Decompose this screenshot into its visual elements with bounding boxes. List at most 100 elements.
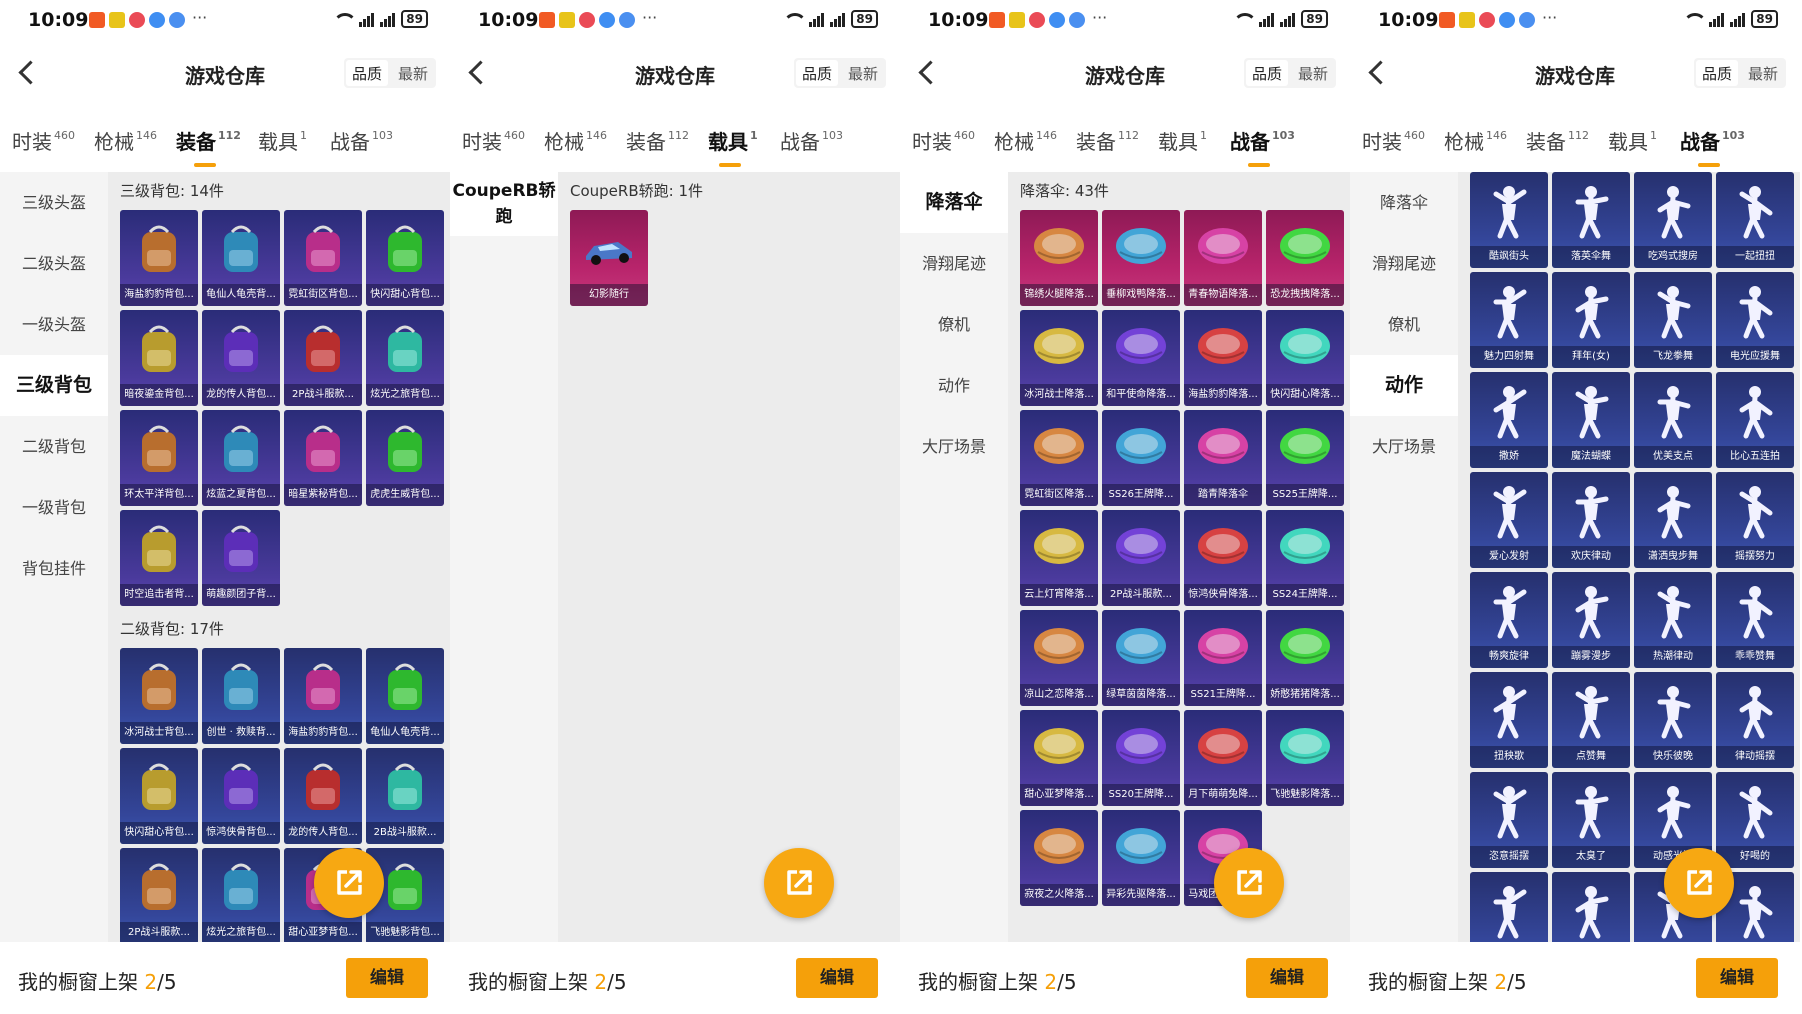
item-card[interactable]: 萌趣颜团子背... [202,510,280,606]
item-card[interactable]: 冰河战士降落... [1020,310,1098,406]
edit-button[interactable]: 编辑 [1696,958,1778,998]
tab-battle-gear[interactable]: 战备 103 [330,126,393,155]
tab-equipment[interactable]: 装备 112 [176,126,241,167]
edit-button[interactable]: 编辑 [346,958,428,998]
item-card[interactable]: 扭秧歌 [1470,672,1548,768]
item-card[interactable]: 2B战斗服款... [366,748,444,844]
item-card[interactable]: 比心五连拍 [1716,372,1794,468]
sidebar-item[interactable]: 动作 [900,355,1008,416]
sort-newest-button[interactable]: 最新 [1740,58,1786,88]
item-card[interactable]: 炫光之旅背包... [366,310,444,406]
sort-quality-button[interactable]: 品质 [1695,60,1738,86]
item-card[interactable]: 飞龙拳舞 [1634,272,1712,368]
item-card[interactable]: 律动摇摆 [1716,672,1794,768]
item-card[interactable]: 欢庆律动 [1552,472,1630,568]
tab-fashion[interactable]: 时装 460 [462,126,525,155]
share-button[interactable] [1664,848,1734,918]
tab-firearms[interactable]: 枪械 146 [544,126,607,155]
tab-equipment[interactable]: 装备 112 [1526,126,1589,155]
item-card[interactable]: 一起扭扭 [1716,172,1794,268]
sidebar-item[interactable]: 大厅场景 [900,416,1008,477]
item-card[interactable]: 蹦雾漫步 [1552,572,1630,668]
sort-quality-button[interactable]: 品质 [795,60,838,86]
item-card[interactable]: 摇摆努力 [1716,472,1794,568]
item-card[interactable]: 锦绣火腿降落... [1020,210,1098,306]
sidebar-item[interactable]: 背包挂件 [0,538,108,599]
item-card[interactable]: 海盐豹豹降落... [1184,310,1262,406]
item-card[interactable]: 绿草茵茵降落... [1102,610,1180,706]
item-card[interactable]: 海盐豹豹背包... [284,648,362,744]
item-card[interactable]: SS24王牌降... [1266,510,1344,606]
item-card[interactable]: 拜年(女) [1552,272,1630,368]
sidebar-item[interactable]: 三级背包 [0,355,108,416]
sidebar-item[interactable]: 二级背包 [0,416,108,477]
item-card[interactable]: 龟仙人龟壳背... [202,210,280,306]
item-card[interactable]: 快闪甜心降落... [1266,310,1344,406]
item-card[interactable]: 2P战斗服款... [1102,510,1180,606]
share-button[interactable] [314,848,384,918]
tab-vehicles[interactable]: 载具 1 [1158,126,1207,155]
item-card[interactable]: 和平使命降落... [1102,310,1180,406]
item-card[interactable]: 异彩先驱降落... [1102,810,1180,906]
item-card[interactable]: 落英伞舞 [1552,172,1630,268]
item-card[interactable]: 云上灯宵降落... [1020,510,1098,606]
sort-quality-button[interactable]: 品质 [345,60,388,86]
item-card[interactable]: 魅力四射舞 [1470,272,1548,368]
sidebar-item[interactable]: 一级背包 [0,477,108,538]
item-card[interactable]: 快闪甜心背包... [366,210,444,306]
tab-firearms[interactable]: 枪械 146 [1444,126,1507,155]
tab-fashion[interactable]: 时装 460 [1362,126,1425,155]
item-card[interactable]: 龙的传人背包... [284,748,362,844]
item-card[interactable]: 虎虎生威背包... [366,410,444,506]
share-button[interactable] [764,848,834,918]
item-card[interactable]: 热潮律动 [1634,572,1712,668]
item-card[interactable]: 点赞舞 [1552,672,1630,768]
item-card[interactable]: 海盐豹豹背包... [120,210,198,306]
item-card[interactable]: 乖乖赞舞 [1716,572,1794,668]
item-card[interactable]: 环太平洋背包... [120,410,198,506]
item-card[interactable]: 2P战斗服款... [120,848,198,942]
item-card[interactable]: 炫蓝之夏背包... [202,410,280,506]
sort-newest-button[interactable]: 最新 [840,58,886,88]
item-card[interactable]: 摆你哦 [1552,872,1630,942]
sidebar-item[interactable]: CoupeRB轿跑 [450,172,558,236]
sidebar-item[interactable]: 僚机 [900,294,1008,355]
sidebar-item[interactable]: 降落伞 [900,172,1008,233]
item-card[interactable]: 踏青降落伞 [1184,410,1262,506]
item-card[interactable]: 2P战斗服款... [284,310,362,406]
item-card[interactable]: 炫光之旅背包... [202,848,280,942]
item-card[interactable]: 爱心发射 [1470,472,1548,568]
tab-battle-gear[interactable]: 战备 103 [780,126,843,155]
item-card[interactable]: 飞驰魅影降落... [1266,710,1344,806]
item-card[interactable]: 寂夜之火降落... [1020,810,1098,906]
item-card[interactable]: 魔法蝴蝶 [1552,372,1630,468]
item-card[interactable]: 恣意摇摆 [1470,772,1548,868]
item-card[interactable]: SS26王牌降... [1102,410,1180,506]
sort-newest-button[interactable]: 最新 [390,58,436,88]
share-button[interactable] [1214,848,1284,918]
item-card[interactable]: SS20王牌降... [1102,710,1180,806]
item-card[interactable]: 惊鸿侠骨背包... [202,748,280,844]
sidebar-item[interactable]: 三级头盔 [0,172,108,233]
item-card[interactable]: 暗星紫秘背包... [284,410,362,506]
sidebar-item[interactable]: 滑翔尾迹 [900,233,1008,294]
tab-vehicles[interactable]: 载具 1 [1608,126,1657,155]
item-card[interactable]: 优美支点 [1634,372,1712,468]
item-card[interactable]: 电光应援舞 [1716,272,1794,368]
tab-vehicles[interactable]: 载具 1 [258,126,307,155]
sort-quality-button[interactable]: 品质 [1245,60,1288,86]
edit-button[interactable]: 编辑 [1246,958,1328,998]
item-card[interactable]: 太臭了 [1552,772,1630,868]
sidebar-item[interactable]: 一级头盔 [0,294,108,355]
item-card[interactable]: 惊鸿侠骨降落... [1184,510,1262,606]
tab-battle-gear[interactable]: 战备 103 [1230,126,1295,167]
tab-vehicles[interactable]: 载具 1 [708,126,758,167]
item-card[interactable]: 撒娇 [1470,372,1548,468]
item-card[interactable]: SS21王牌降... [1184,610,1262,706]
item-card[interactable]: 吃鸡式搜房 [1634,172,1712,268]
item-card[interactable]: 龙的传人背包... [202,310,280,406]
tab-fashion[interactable]: 时装 460 [12,126,75,155]
tab-fashion[interactable]: 时装 460 [912,126,975,155]
item-card[interactable]: 暗夜鎏金背包... [120,310,198,406]
item-card[interactable]: 潇洒曳步舞 [1634,472,1712,568]
